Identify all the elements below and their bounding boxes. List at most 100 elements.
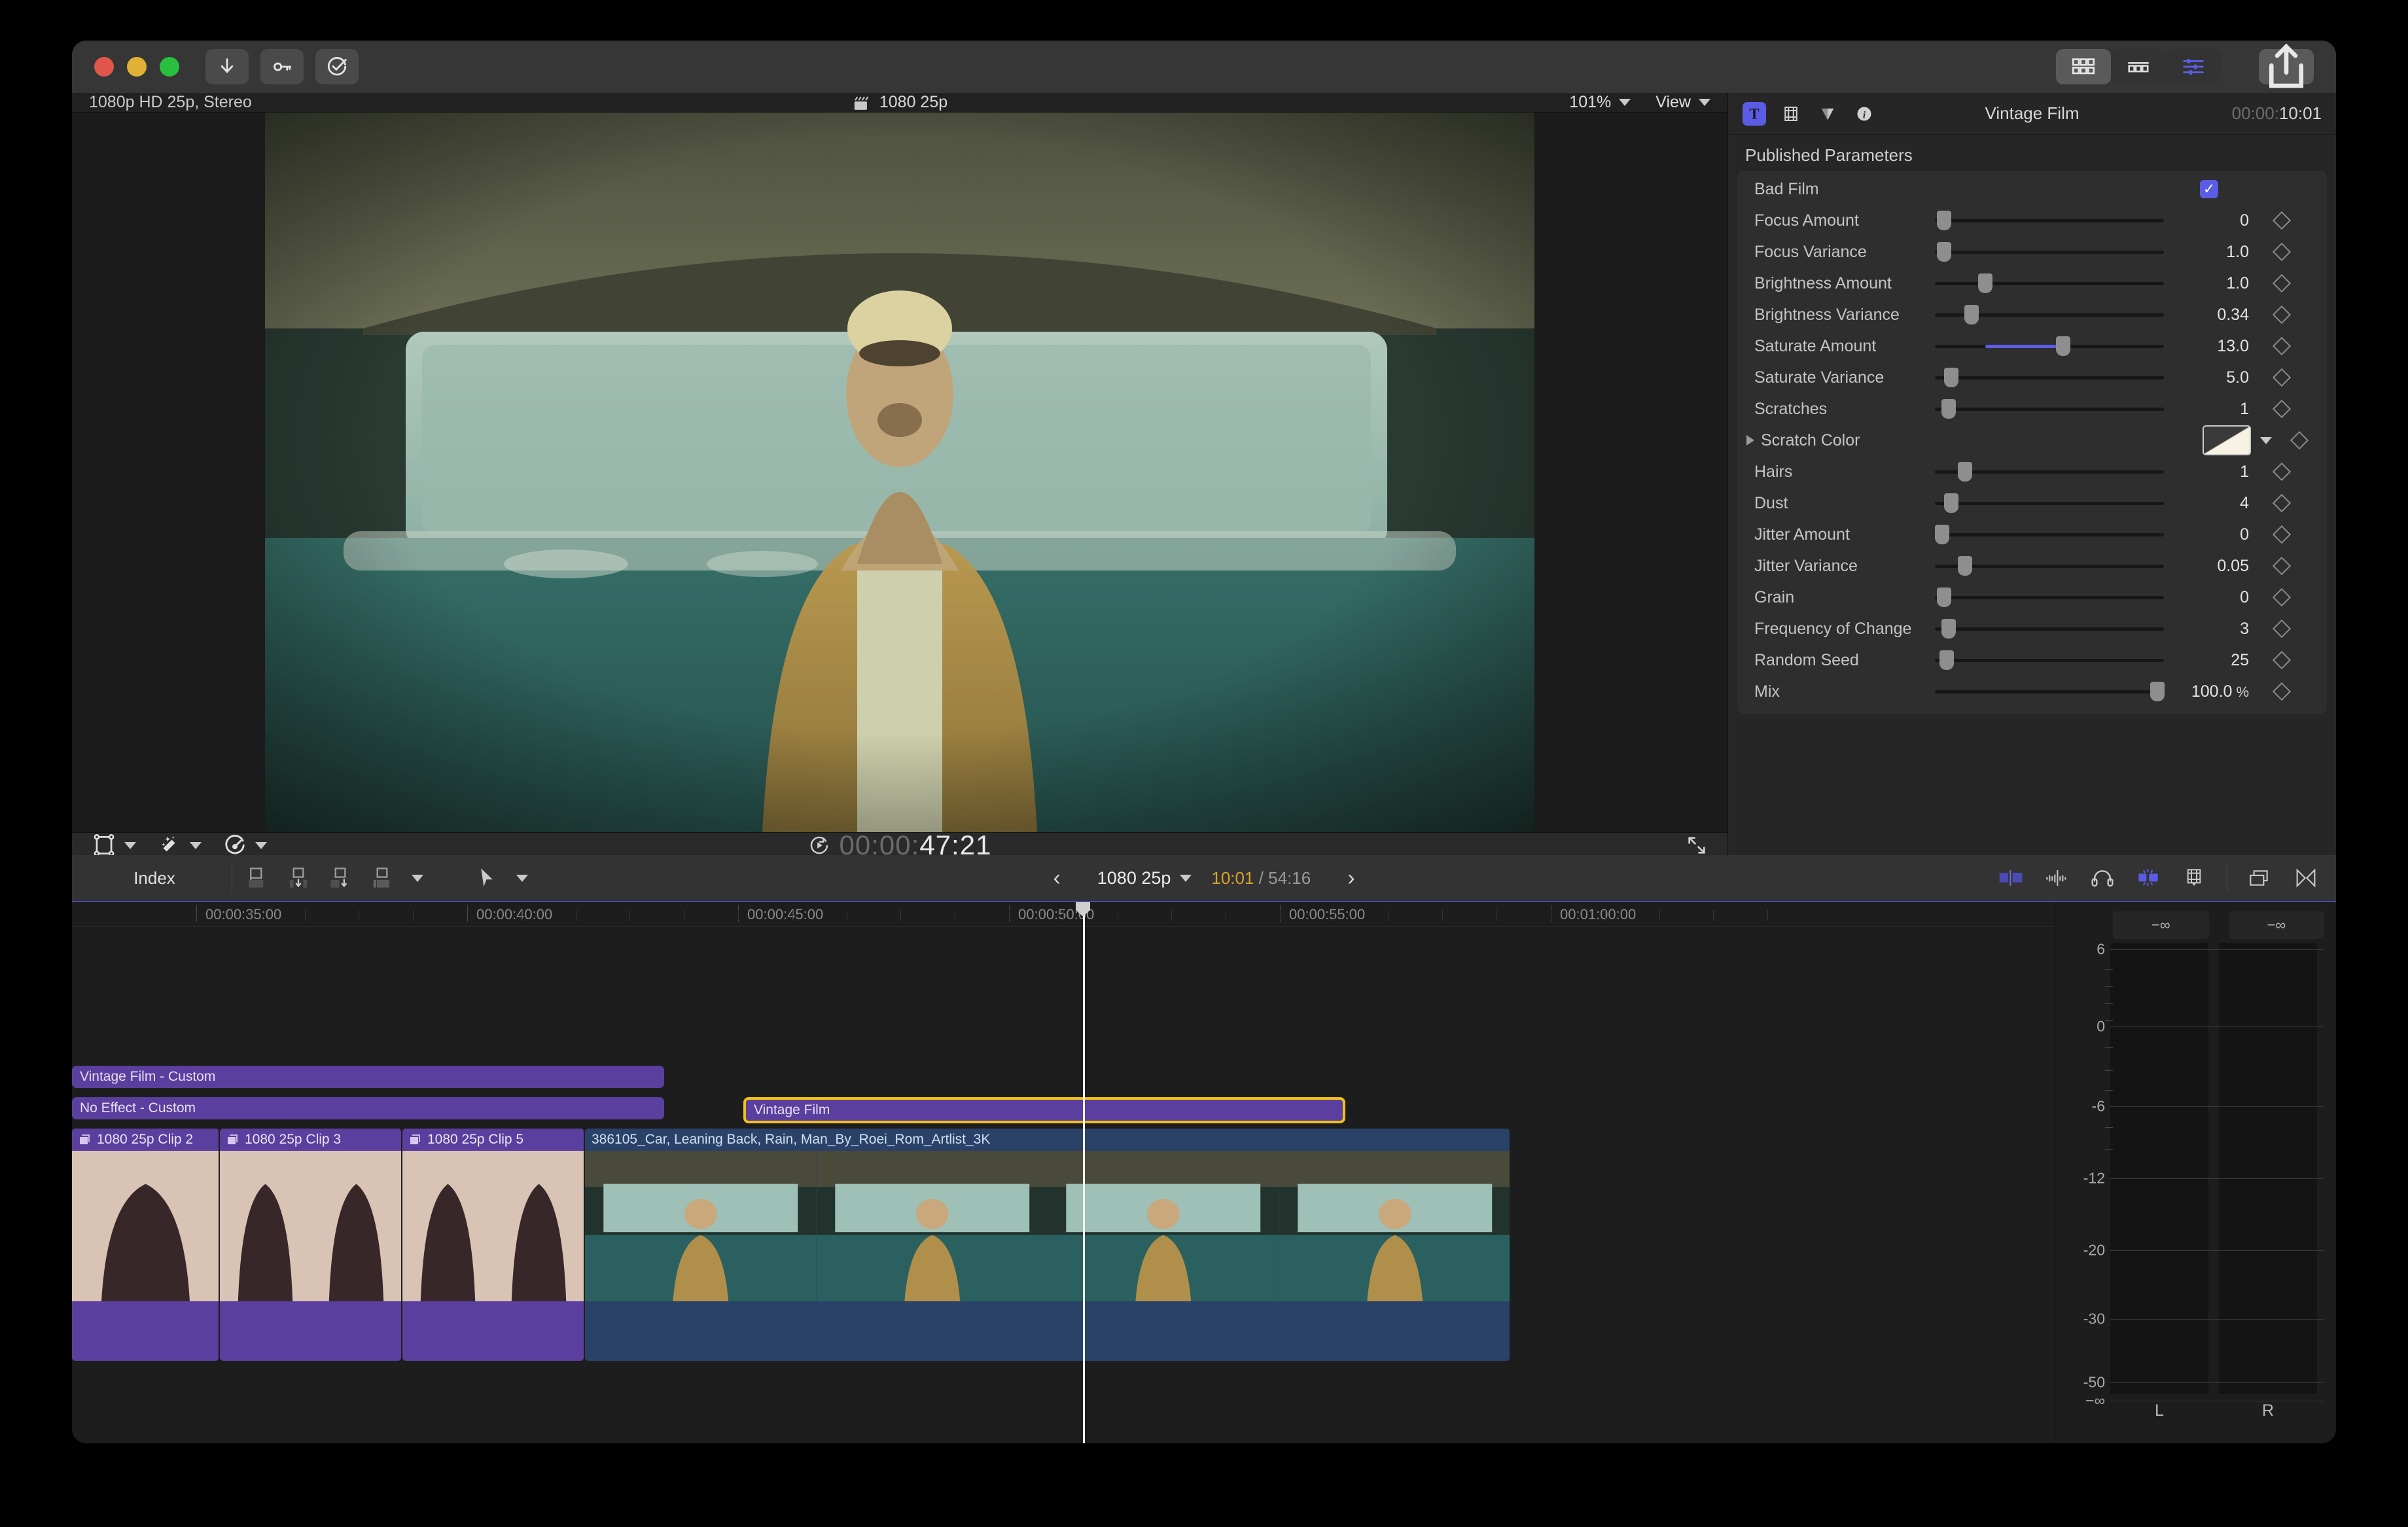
slider-knob[interactable] xyxy=(1937,242,1951,262)
effect-clip[interactable]: Vintage Film - Custom xyxy=(72,1066,664,1088)
browser-button[interactable] xyxy=(2056,49,2111,84)
parameter-value[interactable]: 3 xyxy=(2164,620,2262,639)
slider-knob[interactable] xyxy=(1937,588,1951,607)
view-menu[interactable]: View xyxy=(1656,93,1710,112)
parameter-slider[interactable] xyxy=(1935,364,2164,391)
inspector-button[interactable] xyxy=(2166,49,2221,84)
parameter-slider[interactable] xyxy=(1935,678,2165,705)
effects-tab[interactable] xyxy=(1816,102,1839,126)
keyframe-button[interactable] xyxy=(2262,650,2301,670)
minimize-button[interactable] xyxy=(127,57,147,77)
video-tab[interactable] xyxy=(1779,102,1803,126)
text-tab[interactable]: T xyxy=(1743,101,1766,126)
color-swatch[interactable] xyxy=(2203,425,2251,455)
parameter-slider[interactable] xyxy=(1934,521,2164,548)
slider-knob[interactable] xyxy=(1978,273,1992,293)
parameter-value[interactable]: 0 xyxy=(2164,211,2262,230)
keyframe-button[interactable] xyxy=(2262,525,2301,544)
timeline-clip[interactable]: 1080 25p Clip 2 xyxy=(72,1129,219,1361)
slider-knob[interactable] xyxy=(1943,493,1958,513)
keyframe-button[interactable] xyxy=(2262,336,2301,356)
keyframe-button[interactable] xyxy=(2262,305,2301,325)
keyword-button[interactable] xyxy=(260,49,304,84)
parameter-slider[interactable] xyxy=(1935,459,2164,485)
parameter-value[interactable]: 1.0 xyxy=(2164,274,2262,293)
parameter-slider[interactable] xyxy=(1935,302,2164,328)
keyframe-button[interactable] xyxy=(2262,399,2301,419)
parameter-row[interactable]: Frequency of Change 3 xyxy=(1737,613,2327,644)
parameter-row[interactable]: Saturate Variance 5.0 xyxy=(1737,362,2327,393)
next-project-button[interactable]: › xyxy=(1330,866,1372,891)
keyframe-button[interactable] xyxy=(2262,682,2301,701)
slider-knob[interactable] xyxy=(1937,211,1951,230)
parameter-row[interactable]: Brightness Amount 1.0 xyxy=(1737,268,2327,299)
slider-knob[interactable] xyxy=(1941,619,1956,639)
parameter-row[interactable]: Focus Variance 1.0 xyxy=(1737,236,2327,268)
parameter-value[interactable]: 0 xyxy=(2164,588,2262,607)
parameter-row[interactable]: Brightness Variance 0.34 xyxy=(1737,299,2327,330)
parameter-value[interactable]: 5.0 xyxy=(2164,368,2262,387)
retime-tool[interactable] xyxy=(222,833,267,858)
parameter-slider[interactable] xyxy=(1935,584,2164,610)
slider-knob[interactable] xyxy=(1941,399,1956,419)
parameter-value[interactable]: 4 xyxy=(2164,494,2262,513)
parameter-slider[interactable] xyxy=(1935,647,2164,673)
keyframe-button[interactable] xyxy=(2262,462,2301,482)
keyframe-button[interactable] xyxy=(2262,211,2301,230)
slider-knob[interactable] xyxy=(1957,556,1972,576)
parameter-value[interactable]: 25 xyxy=(2164,651,2262,670)
timeline-button[interactable] xyxy=(2111,49,2166,84)
zoom-button[interactable] xyxy=(160,57,179,77)
keyframe-button[interactable] xyxy=(2262,368,2301,387)
parameter-checkbox[interactable]: ✓ xyxy=(2200,180,2218,198)
parameter-slider[interactable] xyxy=(1935,490,2164,516)
slider-knob[interactable] xyxy=(2056,336,2070,356)
keyframe-button[interactable] xyxy=(2262,588,2301,607)
slider-knob[interactable] xyxy=(1957,462,1972,482)
effect-clip[interactable]: No Effect - Custom xyxy=(72,1097,664,1119)
parameter-slider[interactable] xyxy=(1935,396,2164,422)
slider-knob[interactable] xyxy=(2150,682,2165,701)
chevron-down-icon[interactable] xyxy=(2260,436,2272,444)
parameter-row[interactable]: Jitter Variance 0.05 xyxy=(1737,550,2327,582)
slider-knob[interactable] xyxy=(1943,368,1958,387)
parameter-value[interactable]: 1.0 xyxy=(2164,243,2262,262)
parameter-value[interactable]: 0 xyxy=(2164,525,2262,544)
parameter-slider[interactable] xyxy=(1935,239,2164,265)
analyze-button[interactable] xyxy=(315,49,359,84)
expand-arrows-icon[interactable] xyxy=(1686,834,1708,856)
transform-tool[interactable] xyxy=(92,833,136,858)
timeline-project-menu[interactable]: 1080 25p xyxy=(1097,868,1192,888)
zoom-level-menu[interactable]: 101% xyxy=(1569,93,1631,112)
parameter-row[interactable]: Random Seed 25 xyxy=(1737,644,2327,676)
parameter-row[interactable]: Hairs 1 xyxy=(1737,456,2327,487)
close-button[interactable] xyxy=(94,57,114,77)
playhead[interactable] xyxy=(1076,902,1090,1443)
parameter-slider[interactable] xyxy=(1935,333,2164,359)
keyframe-button[interactable] xyxy=(2262,242,2301,262)
timeline-canvas[interactable]: 00:00:35:00 00:00:40:00 00:00:45:00 00:00:5… xyxy=(72,902,2055,1443)
keyframe-button[interactable] xyxy=(2262,556,2301,576)
parameter-value[interactable]: 1 xyxy=(2164,400,2262,419)
parameter-slider[interactable] xyxy=(1935,270,2164,296)
enhance-tool[interactable] xyxy=(157,833,202,858)
disclosure-triangle-icon[interactable] xyxy=(1746,435,1754,446)
slider-knob[interactable] xyxy=(1939,650,1954,670)
parameter-value[interactable]: 0.34 xyxy=(2164,306,2262,325)
keyframe-button[interactable] xyxy=(2262,273,2301,293)
timeline-ruler[interactable]: 00:00:35:00 00:00:40:00 00:00:45:00 00:00:5… xyxy=(72,902,2055,927)
timeline-clip[interactable]: 1080 25p Clip 3 xyxy=(220,1129,402,1361)
selected-effect-clip[interactable]: Vintage Film xyxy=(743,1097,1345,1123)
import-media-button[interactable] xyxy=(205,49,249,84)
share-button[interactable] xyxy=(2259,43,2314,88)
timeline-clip[interactable]: 386105_Car, Leaning Back, Rain, Man_By_R… xyxy=(585,1129,1510,1361)
previous-project-button[interactable]: ‹ xyxy=(1036,866,1077,891)
viewer-video-frame[interactable] xyxy=(265,113,1534,832)
parameter-row[interactable]: Bad Film ✓ xyxy=(1737,173,2327,205)
parameter-row[interactable]: Focus Amount 0 xyxy=(1737,205,2327,236)
parameter-row[interactable]: Dust 4 xyxy=(1737,487,2327,519)
parameter-value[interactable]: 13.0 xyxy=(2164,337,2262,356)
parameter-row[interactable]: Scratch Color xyxy=(1737,425,2327,456)
parameter-row[interactable]: Saturate Amount 13.0 xyxy=(1737,330,2327,362)
slider-knob[interactable] xyxy=(1934,525,1949,544)
